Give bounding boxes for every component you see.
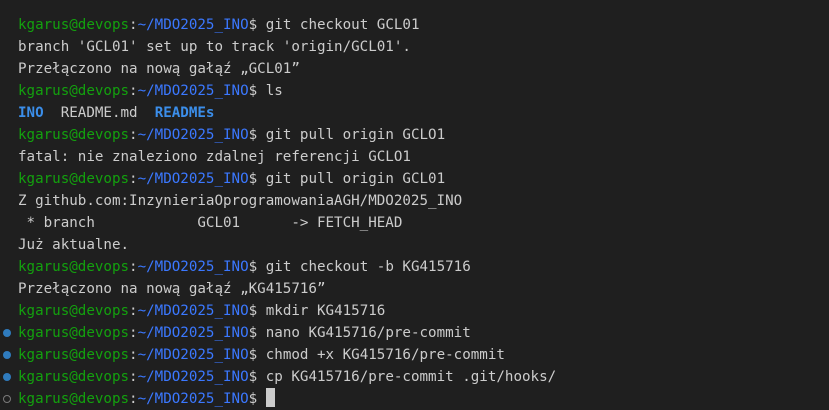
- output-line: branch 'GCL01' set up to track 'origin/G…: [18, 36, 411, 58]
- output-line: Przełączono na nową gałąź „KG415716”: [18, 278, 326, 300]
- prompt-cwd: ~/MDO2025_INO: [137, 17, 249, 33]
- command-separator: [257, 391, 266, 407]
- output-text: Przełączono na nową gałąź „KG415716”: [18, 281, 326, 297]
- output-line: fatal: nie znaleziono zdalnej referencji…: [18, 146, 411, 168]
- command-separator: [257, 17, 266, 33]
- command-separator: [257, 259, 266, 275]
- prompt-cwd: ~/MDO2025_INO: [137, 171, 249, 187]
- prompt-line: kgarus@devops:~/MDO2025_INO$ mkdir KG415…: [18, 300, 385, 322]
- command-text: git checkout -b KG415716: [265, 259, 471, 275]
- prompt-dollar: $: [248, 171, 258, 187]
- prompt-dollar: $: [248, 391, 258, 407]
- command-separator: [257, 83, 266, 99]
- prompt-user-host: kgarus@devops: [18, 303, 130, 319]
- prompt-cwd: ~/MDO2025_INO: [137, 347, 249, 363]
- prompt-dollar: $: [248, 17, 258, 33]
- prompt-cwd: ~/MDO2025_INO: [137, 325, 249, 341]
- prompt-user-host: kgarus@devops: [18, 259, 130, 275]
- command-separator: [257, 347, 266, 363]
- prompt-cwd: ~/MDO2025_INO: [137, 259, 249, 275]
- output-text: branch 'GCL01' set up to track 'origin/G…: [18, 39, 411, 55]
- prompt-colon: :: [129, 391, 138, 407]
- prompt-cwd: ~/MDO2025_INO: [137, 303, 249, 319]
- prompt-line: kgarus@devops:~/MDO2025_INO$: [18, 388, 275, 410]
- text-cursor: [265, 388, 275, 407]
- output-text: fatal: nie znaleziono zdalnej referencji…: [18, 149, 411, 165]
- command-separator: [257, 369, 266, 385]
- prompt-user-host: kgarus@devops: [18, 17, 130, 33]
- prompt-line: kgarus@devops:~/MDO2025_INO$ cp KG415716…: [18, 366, 556, 388]
- prompt-colon: :: [129, 303, 138, 319]
- command-success-marker-icon[interactable]: [3, 329, 11, 337]
- prompt-line: kgarus@devops:~/MDO2025_INO$ git pull or…: [18, 168, 445, 190]
- output-line: * branch GCL01 -> FETCH_HEAD: [18, 212, 403, 234]
- prompt-cwd: ~/MDO2025_INO: [137, 83, 249, 99]
- ls-output-line: INO README.md READMEs: [18, 102, 214, 124]
- prompt-user-host: kgarus@devops: [18, 391, 130, 407]
- output-line: Już aktualne.: [18, 234, 129, 256]
- prompt-dollar: $: [248, 369, 258, 385]
- prompt-user-host: kgarus@devops: [18, 171, 130, 187]
- prompt-dollar: $: [248, 259, 258, 275]
- prompt-colon: :: [129, 171, 138, 187]
- command-text: mkdir KG415716: [265, 303, 386, 319]
- file-entry: README.md: [60, 105, 138, 121]
- prompt-line: kgarus@devops:~/MDO2025_INO$ git pull or…: [18, 124, 445, 146]
- prompt-user-host: kgarus@devops: [18, 83, 130, 99]
- prompt-dollar: $: [248, 303, 258, 319]
- output-text: * branch GCL01 -> FETCH_HEAD: [18, 215, 403, 231]
- output-text: Przełączono na nową gałąź „GCL01”: [18, 61, 300, 77]
- terminal-panel[interactable]: kgarus@devops:~/MDO2025_INO$ git checkou…: [0, 0, 829, 409]
- output-text: Z github.com:InzynieriaOprogramowaniaAGH…: [18, 193, 463, 209]
- prompt-colon: :: [129, 83, 138, 99]
- prompt-cwd: ~/MDO2025_INO: [137, 127, 249, 143]
- output-text: Już aktualne.: [18, 237, 130, 253]
- prompt-line: kgarus@devops:~/MDO2025_INO$ git checkou…: [18, 14, 419, 36]
- prompt-cwd: ~/MDO2025_INO: [137, 391, 249, 407]
- prompt-dollar: $: [248, 347, 258, 363]
- directory-entry: READMEs: [154, 105, 215, 121]
- prompt-dollar: $: [248, 83, 258, 99]
- output-line: Z github.com:InzynieriaOprogramowaniaAGH…: [18, 190, 462, 212]
- command-text: chmod +x KG415716/pre-commit: [265, 347, 505, 363]
- directory-entry: INO: [18, 105, 44, 121]
- prompt-user-host: kgarus@devops: [18, 369, 130, 385]
- ls-separator: [44, 105, 61, 121]
- prompt-colon: :: [129, 325, 138, 341]
- output-line: Przełączono na nową gałąź „GCL01”: [18, 58, 300, 80]
- command-separator: [257, 325, 266, 341]
- command-text: git checkout GCL01: [265, 17, 420, 33]
- prompt-colon: :: [129, 369, 138, 385]
- command-text: cp KG415716/pre-commit .git/hooks/: [265, 369, 557, 385]
- command-separator: [257, 127, 266, 143]
- prompt-user-host: kgarus@devops: [18, 325, 130, 341]
- prompt-colon: :: [129, 127, 138, 143]
- command-text: git pull origin GCL01: [265, 171, 446, 187]
- prompt-line: kgarus@devops:~/MDO2025_INO$ chmod +x KG…: [18, 344, 505, 366]
- command-text: git pull origin GCLO1: [265, 127, 446, 143]
- prompt-user-host: kgarus@devops: [18, 127, 130, 143]
- command-text: nano KG415716/pre-commit: [265, 325, 471, 341]
- prompt-colon: :: [129, 347, 138, 363]
- command-success-marker-icon[interactable]: [3, 373, 11, 381]
- prompt-cwd: ~/MDO2025_INO: [137, 369, 249, 385]
- prompt-line: kgarus@devops:~/MDO2025_INO$ git checkou…: [18, 256, 471, 278]
- prompt-dollar: $: [248, 127, 258, 143]
- command-success-marker-icon[interactable]: [3, 351, 11, 359]
- command-pending-marker-icon[interactable]: [3, 395, 11, 403]
- prompt-user-host: kgarus@devops: [18, 347, 130, 363]
- command-separator: [257, 171, 266, 187]
- ls-separator: [138, 105, 155, 121]
- command-text: ls: [265, 83, 283, 99]
- prompt-line: kgarus@devops:~/MDO2025_INO$ nano KG4157…: [18, 322, 471, 344]
- prompt-dollar: $: [248, 325, 258, 341]
- command-separator: [257, 303, 266, 319]
- prompt-colon: :: [129, 17, 138, 33]
- prompt-line: kgarus@devops:~/MDO2025_INO$ ls: [18, 80, 283, 102]
- prompt-colon: :: [129, 259, 138, 275]
